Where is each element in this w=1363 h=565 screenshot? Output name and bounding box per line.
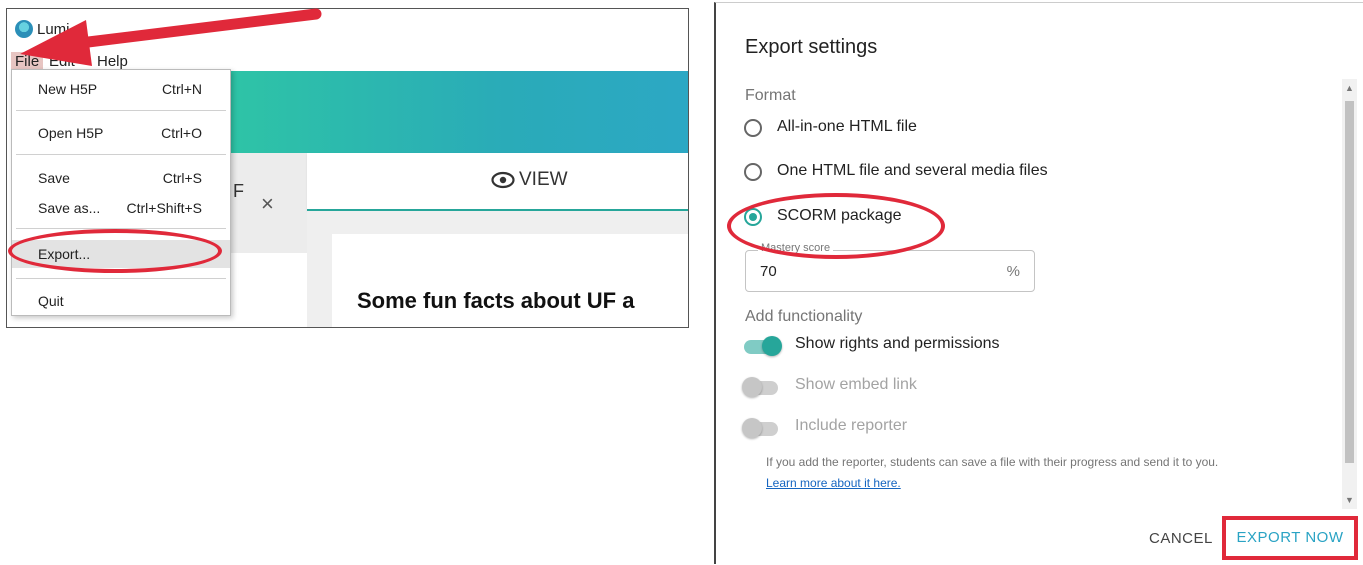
view-tab[interactable]: VIEW [307, 153, 688, 211]
format-label: Format [745, 87, 796, 104]
menu-item-shortcut: Ctrl+Shift+S [126, 200, 202, 216]
menu-item-label: Open H5P [38, 125, 104, 141]
toggle-thumb [742, 418, 762, 438]
dialog-title: Export settings [745, 36, 878, 58]
menu-item-shortcut: Ctrl+S [162, 170, 202, 186]
export-settings-dialog: Export settings Format All-in-one HTML f… [714, 2, 1363, 564]
menu-item-shortcut: Ctrl+N [161, 81, 202, 97]
menu-divider [16, 154, 226, 155]
menu-divider [16, 278, 226, 279]
radio-button-icon [744, 119, 762, 137]
percent-unit: % [1006, 263, 1020, 280]
menu-item-new-h5p[interactable]: New H5P Ctrl+N [12, 78, 230, 100]
scroll-thumb[interactable] [1345, 101, 1354, 463]
mastery-score-value: 70 [760, 263, 777, 280]
export-now-button[interactable]: EXPORT NOW [1222, 516, 1358, 560]
eye-icon [491, 171, 515, 189]
radio-label: One HTML file and several media files [777, 162, 1048, 179]
view-tab-label: VIEW [519, 169, 568, 190]
file-menu-dropdown: New H5P Ctrl+N Open H5P Ctrl+O Save Ctrl… [11, 69, 231, 316]
menu-item-save-as[interactable]: Save as... Ctrl+Shift+S [12, 197, 230, 219]
menu-item-save[interactable]: Save Ctrl+S [12, 167, 230, 189]
menu-item-label: Save as... [38, 200, 101, 216]
dialog-scrollbar[interactable]: ▲ ▼ [1342, 79, 1357, 509]
scroll-down-icon[interactable]: ▼ [1345, 495, 1354, 505]
content-heading: Some fun facts about UF a [357, 288, 635, 313]
add-functionality-label: Add functionality [745, 308, 863, 325]
annotation-ellipse [8, 229, 222, 273]
radio-label: All-in-one HTML file [777, 118, 917, 135]
menu-item-label: Save [38, 170, 70, 186]
menu-item-label: New H5P [38, 81, 98, 97]
app-header-bar [227, 71, 688, 153]
cancel-button[interactable]: CANCEL [1149, 530, 1213, 547]
menu-item-quit[interactable]: Quit [12, 290, 230, 312]
lumi-logo-icon [15, 20, 33, 38]
close-icon[interactable]: × [261, 191, 274, 217]
reporter-help-text: If you add the reporter, students can sa… [766, 455, 1219, 469]
mastery-score-field[interactable]: Mastery score 70 % [745, 242, 1035, 292]
file-tab-label: F [233, 181, 244, 201]
toggle-thumb [762, 336, 782, 356]
menu-item-shortcut: Ctrl+O [161, 125, 202, 141]
toggle-label: Show embed link [795, 376, 917, 393]
toggle-thumb [742, 377, 762, 397]
lumi-app-window: Lumi File Edit Help F × VIEW Some fun fa… [6, 8, 689, 328]
menu-item-label: Quit [38, 293, 64, 309]
toggle-label: Include reporter [795, 417, 908, 434]
toggle-label: Show rights and permissions [795, 335, 1000, 352]
learn-more-link[interactable]: Learn more about it here. [766, 476, 901, 490]
menu-divider [16, 110, 226, 111]
annotation-ellipse [727, 193, 945, 259]
title-bar: Lumi [7, 9, 688, 49]
radio-button-icon [744, 163, 762, 181]
menu-item-open-h5p[interactable]: Open H5P Ctrl+O [12, 122, 230, 144]
app-title: Lumi [37, 21, 70, 38]
scroll-up-icon[interactable]: ▲ [1345, 83, 1354, 93]
